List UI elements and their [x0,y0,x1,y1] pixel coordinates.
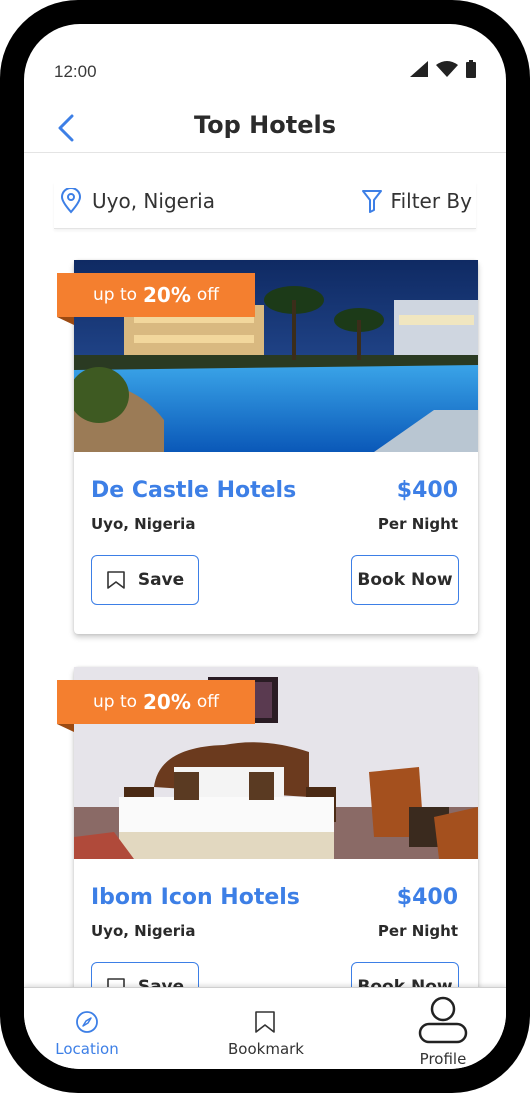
location-selector[interactable]: Uyo, Nigeria [60,188,215,214]
tab-label: Profile [419,1050,467,1068]
book-label: Book Now [357,570,453,590]
discount-prefix: up to [92,285,138,305]
discount-suffix: off [196,285,220,305]
status-time: 12:00 [54,62,97,81]
top-bar: Top Hotels [24,104,506,153]
user-icon [418,996,468,1044]
tab-location[interactable]: Location [54,1010,120,1058]
hotel-name[interactable]: Ibom Icon Hotels [91,885,300,910]
price-unit: Per Night [377,922,458,940]
price-unit: Per Night [377,515,458,533]
bottom-tab-bar: Location Bookmark Profile [24,987,506,1069]
bookmark-icon [107,571,125,589]
app-screen: 12:00 Top Hotels Uyo, Nigeria Filter By [24,24,506,1069]
tab-bookmark[interactable]: Bookmark [228,1010,304,1058]
map-pin-icon [60,188,82,214]
hotel-location: Uyo, Nigeria [91,515,196,533]
page-title: Top Hotels [193,111,337,139]
discount-badge: up to 20% off [57,680,255,724]
book-now-button[interactable]: Book Now [351,555,459,605]
discount-value: 20% [143,283,191,307]
discount-prefix: up to [92,692,138,712]
hotel-price: $400 [396,478,458,503]
badge-fold [57,724,74,732]
location-text: Uyo, Nigeria [92,189,215,213]
location-filter-bar: Uyo, Nigeria Filter By [54,182,476,229]
hotel-price: $400 [396,885,458,910]
hotel-location: Uyo, Nigeria [91,922,196,940]
phone-frame: 12:00 Top Hotels Uyo, Nigeria Filter By [0,0,530,1093]
save-label: Save [137,570,185,590]
hotel-name[interactable]: De Castle Hotels [91,478,296,503]
compass-icon [76,1011,98,1033]
filter-icon [361,190,382,213]
discount-suffix: off [196,692,220,712]
discount-badge: up to 20% off [57,273,255,317]
filter-button[interactable]: Filter By [361,188,472,214]
hotel-card[interactable]: up to 20% off Ibom Icon Hotels $400 Uyo,… [57,667,478,1041]
filter-label: Filter By [390,189,472,213]
bookmark-icon [255,1011,275,1033]
badge-fold [57,317,74,325]
tab-label: Location [55,1040,119,1058]
tab-label: Bookmark [228,1040,304,1058]
discount-value: 20% [143,690,191,714]
signal-icon [410,61,428,77]
tab-profile[interactable]: Profile [416,996,470,1068]
wifi-icon [436,61,458,77]
status-icons [410,60,476,78]
status-bar: 12:00 [24,24,506,104]
hotel-card[interactable]: up to 20% off De Castle Hotels $400 Uyo,… [57,260,478,634]
battery-icon [466,60,476,78]
save-button[interactable]: Save [91,555,199,605]
